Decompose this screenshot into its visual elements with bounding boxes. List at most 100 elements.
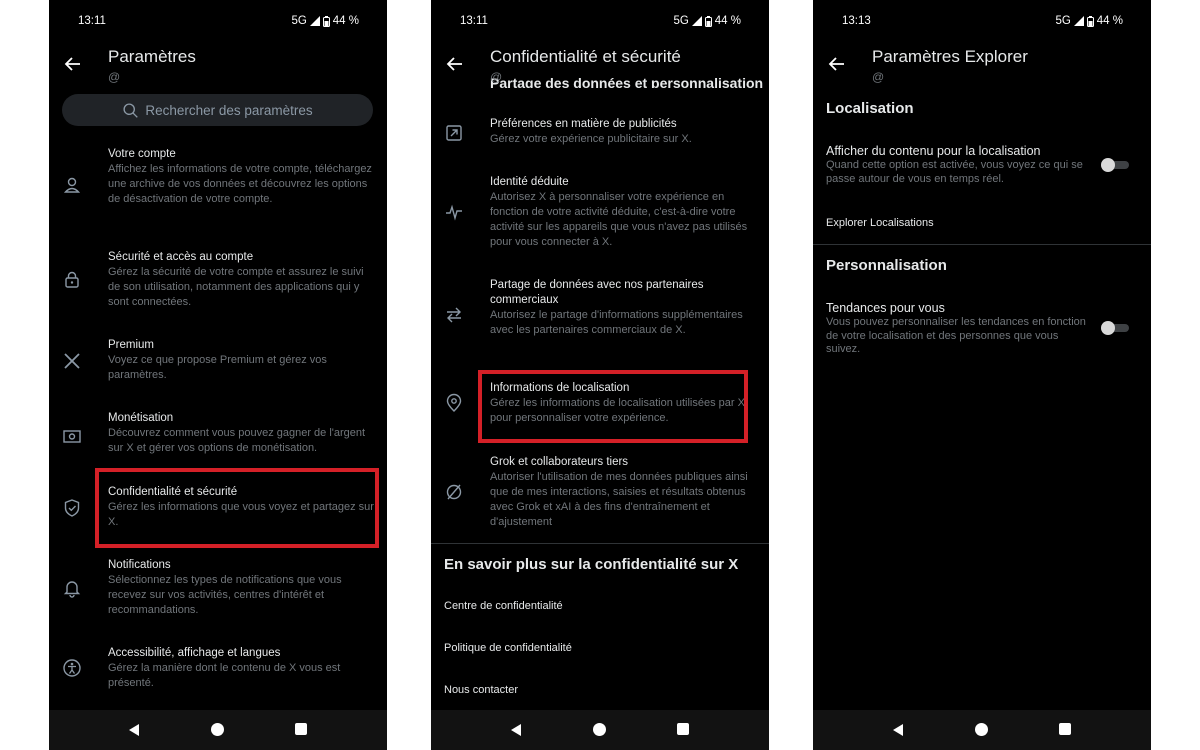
item-description: Autorisez X à personnaliser votre expéri…: [490, 191, 748, 248]
account-handle: @: [108, 70, 121, 84]
battery-level: 44 %: [1096, 15, 1123, 27]
ad-icon: [446, 125, 462, 141]
nav-home-icon[interactable]: [975, 723, 988, 736]
item-description: Sélectionnez les types de notifications …: [108, 574, 342, 616]
item-description: Gérez votre expérience publicitaire sur …: [490, 133, 692, 145]
android-nav-bar: [813, 710, 1151, 750]
search-icon: [123, 102, 139, 118]
back-arrow-icon[interactable]: [63, 54, 83, 74]
shield-icon: [64, 499, 80, 517]
nav-back-icon[interactable]: [891, 723, 905, 737]
section-heading-cut: Partage des données et personnalisation: [490, 78, 764, 88]
status-time: 13:11: [460, 15, 488, 27]
item-title: Monétisation: [108, 412, 174, 424]
link-contact-us[interactable]: Nous contacter: [444, 684, 518, 696]
item-description: Voyez ce que propose Premium et gérez vo…: [108, 354, 327, 381]
item-title: Grok et collaborateurs tiers: [490, 456, 629, 468]
status-bar: 13:11 5G 44 %: [49, 0, 387, 40]
page-title: Paramètres: [108, 47, 196, 66]
item-title: Notifications: [108, 559, 171, 571]
network-label: 5G: [291, 15, 307, 27]
battery-icon: [1086, 15, 1094, 27]
settings-item-notifications[interactable]: Notifications Sélectionnez les types de …: [49, 558, 387, 620]
status-icons: 5G 44 %: [1055, 15, 1123, 27]
bell-icon: [63, 581, 81, 598]
status-bar: 13:13 5G 44 %: [813, 0, 1151, 40]
learn-more-heading: En savoir plus sur la confidentialité su…: [444, 556, 739, 573]
header: Paramètres Explorer @: [813, 40, 1151, 90]
nav-recents-icon[interactable]: [1059, 723, 1071, 735]
signal-icon: [1073, 16, 1084, 26]
network-label: 5G: [673, 15, 689, 27]
account-handle: @: [872, 70, 885, 84]
item-title: Premium: [108, 339, 155, 351]
item-title: Votre compte: [108, 148, 176, 160]
settings-item-your-account[interactable]: Votre compte Affichez les informations d…: [49, 147, 387, 227]
item-description: Autoriser l'utilisation de mes données p…: [490, 471, 748, 528]
privacy-item-ad-preferences[interactable]: Préférences en matière de publicités Gér…: [431, 117, 769, 149]
item-description: Découvrez comment vous pouvez gagner de …: [108, 427, 366, 454]
item-title: Partage de données avec nos partenaires …: [490, 279, 704, 306]
status-icons: 5G 44 %: [291, 15, 359, 27]
item-title: Identité déduite: [490, 176, 569, 188]
settings-item-accessibility[interactable]: Accessibilité, affichage et langues Gére…: [49, 646, 387, 694]
location-pin-icon: [446, 393, 462, 412]
phone-screen-privacy: Partage des données et personnalisation …: [431, 0, 769, 750]
nav-home-icon[interactable]: [211, 723, 224, 736]
nav-recents-icon[interactable]: [677, 723, 689, 735]
setting-trends-for-you[interactable]: Tendances pour vous Vous pouvez personna…: [813, 301, 1151, 361]
highlight-box-privacy: [95, 468, 379, 548]
settings-item-monetization[interactable]: Monétisation Découvrez comment vous pouv…: [49, 411, 387, 461]
page-title: Confidentialité et sécurité: [490, 47, 681, 66]
android-nav-bar: [431, 710, 769, 750]
network-label: 5G: [1055, 15, 1071, 27]
nav-back-icon[interactable]: [127, 723, 141, 737]
status-time: 13:13: [842, 15, 871, 27]
page-title: Paramètres Explorer: [872, 47, 1028, 66]
divider: [431, 543, 769, 544]
nav-recents-icon[interactable]: [295, 723, 307, 735]
section-heading-location: Localisation: [826, 100, 914, 117]
divider: [813, 244, 1151, 245]
link-privacy-center[interactable]: Centre de confidentialité: [444, 600, 563, 612]
item-title: Sécurité et accès au compte: [108, 251, 254, 263]
settings-item-security[interactable]: Sécurité et accès au compte Gérez la séc…: [49, 250, 387, 316]
x-logo-icon: [64, 353, 80, 369]
back-arrow-icon[interactable]: [827, 54, 847, 74]
item-description: Gérez la manière dont le contenu de X vo…: [108, 662, 341, 689]
battery-level: 44 %: [332, 15, 359, 27]
setting-show-location-content[interactable]: Afficher du contenu pour la localisation…: [813, 144, 1151, 190]
setting-description: Vous pouvez personnaliser les tendances …: [826, 316, 1086, 355]
activity-icon: [446, 204, 462, 221]
item-description: Autorisez le partage d'informations supp…: [490, 309, 743, 336]
privacy-item-inferred-identity[interactable]: Identité déduite Autorisez X à personnal…: [431, 175, 769, 251]
privacy-item-data-sharing[interactable]: Partage de données avec nos partenaires …: [431, 278, 769, 354]
item-title: Accessibilité, affichage et langues: [108, 647, 281, 659]
link-explore-locations[interactable]: Explorer Localisations: [826, 217, 934, 229]
swap-icon: [447, 307, 461, 323]
back-arrow-icon[interactable]: [445, 54, 465, 74]
nav-home-icon[interactable]: [593, 723, 606, 736]
setting-title: Afficher du contenu pour la localisation: [826, 144, 1041, 158]
trends-toggle[interactable]: [1101, 321, 1129, 335]
item-title: Préférences en matière de publicités: [490, 118, 677, 130]
search-input[interactable]: Rechercher des paramètres: [62, 94, 373, 126]
status-bar: 13:11 5G 44 %: [431, 0, 769, 40]
location-toggle[interactable]: [1101, 158, 1129, 172]
item-description: Affichez les informations de votre compt…: [108, 163, 372, 205]
header: Confidentialité et sécurité @: [431, 40, 769, 84]
setting-description: Quand cette option est activée, vous voy…: [826, 159, 1083, 185]
status-icons: 5G 44 %: [673, 15, 741, 27]
header: Paramètres @: [49, 40, 387, 90]
nav-back-icon[interactable]: [509, 723, 523, 737]
user-icon: [63, 177, 81, 193]
android-nav-bar: [49, 710, 387, 750]
link-privacy-policy[interactable]: Politique de confidentialité: [444, 642, 572, 654]
money-icon: [63, 430, 81, 443]
lock-icon: [65, 271, 79, 288]
settings-item-premium[interactable]: Premium Voyez ce que propose Premium et …: [49, 338, 387, 382]
phone-screen-settings: 13:11 5G 44 % Paramètres @ Rechercher de…: [49, 0, 387, 750]
privacy-item-grok[interactable]: Grok et collaborateurs tiers Autoriser l…: [431, 455, 769, 531]
battery-icon: [322, 15, 330, 27]
item-description: Gérez la sécurité de votre compte et ass…: [108, 266, 364, 308]
